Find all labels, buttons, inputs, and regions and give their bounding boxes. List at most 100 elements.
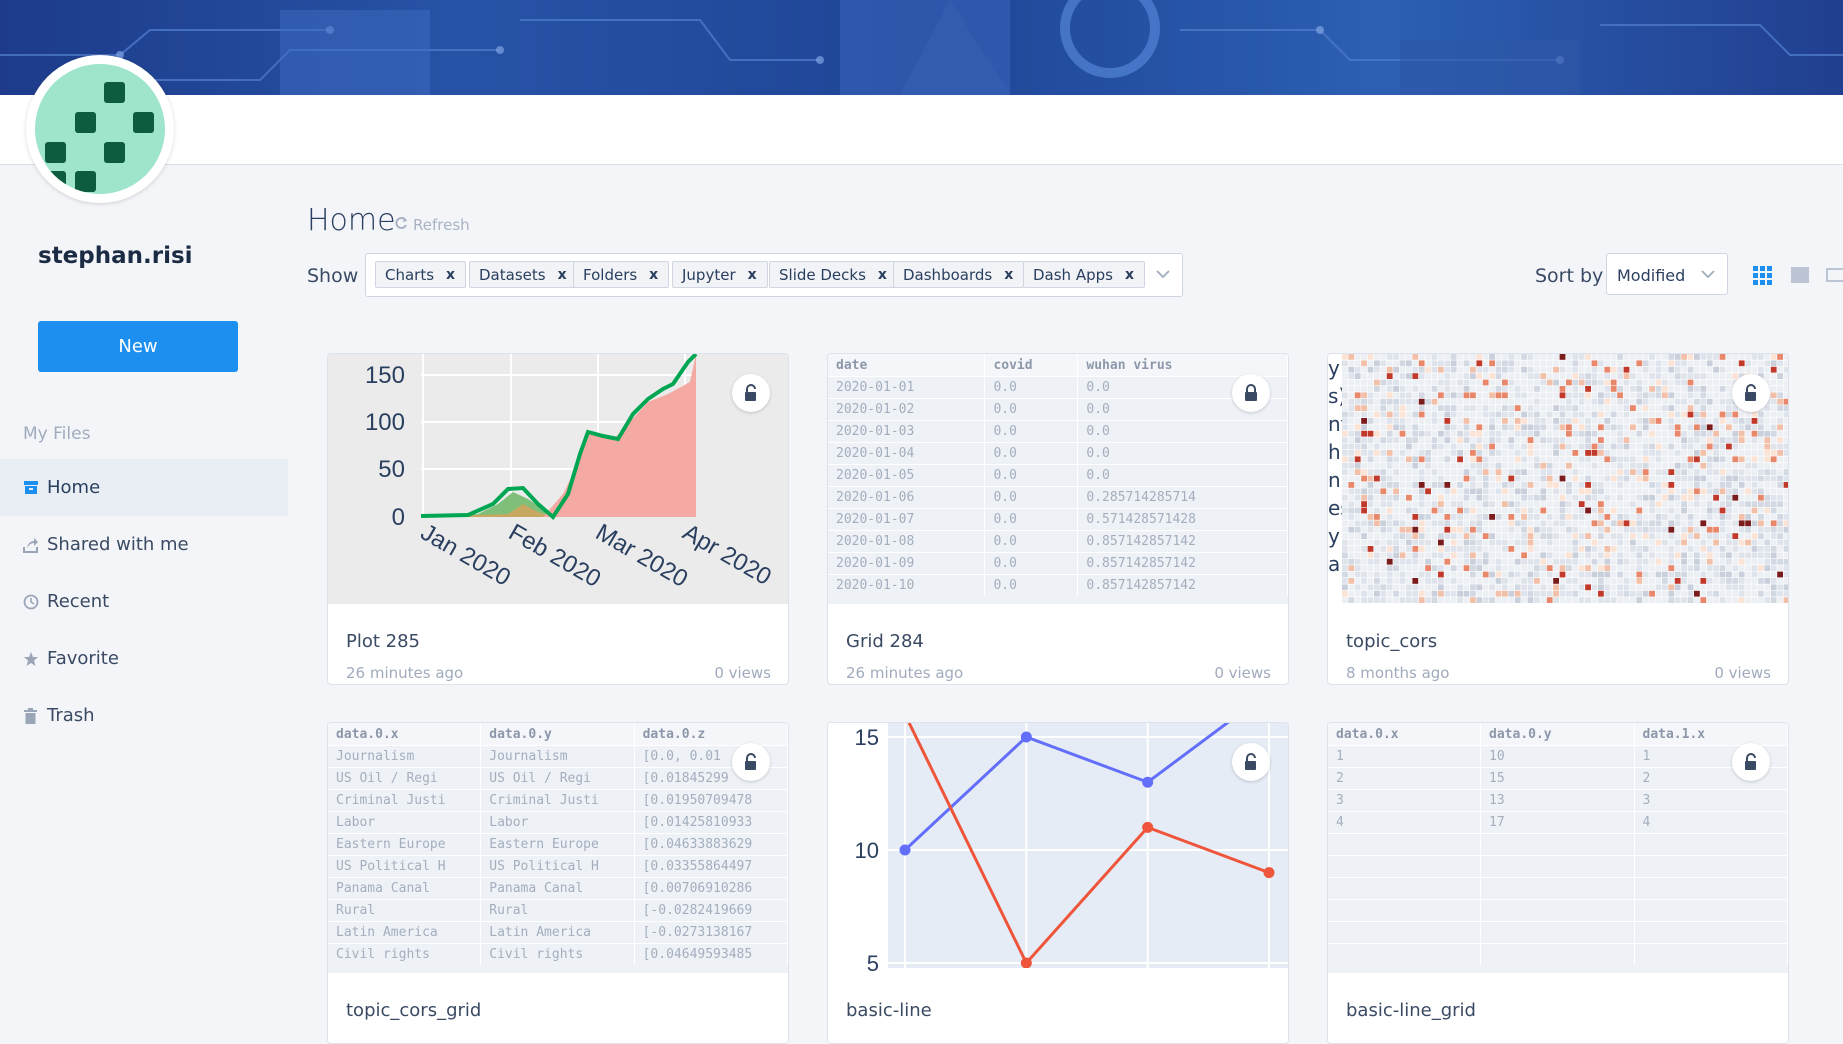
avatar[interactable]	[26, 55, 174, 203]
heatmap-cell	[1642, 590, 1649, 597]
heatmap-cell	[1777, 360, 1783, 367]
heatmap-cell	[1380, 597, 1387, 603]
heatmap-cell	[1674, 501, 1681, 507]
heatmap-cell	[1495, 437, 1502, 443]
sidebar-item-label: Trash	[47, 705, 95, 726]
file-card[interactable]: 15 10 5 basic-line	[827, 722, 1289, 1044]
card-title[interactable]: basic-line	[846, 1000, 932, 1021]
heatmap-cell	[1482, 450, 1489, 456]
lock-icon[interactable]	[1232, 374, 1270, 412]
heatmap-cell	[1623, 405, 1630, 411]
heatmap-cell	[1393, 443, 1399, 450]
heatmap-cell	[1540, 456, 1547, 463]
unlock-icon[interactable]	[732, 743, 770, 781]
heatmap-cell	[1508, 366, 1515, 373]
heatmap-cell	[1598, 360, 1604, 367]
card-title[interactable]: topic_cors	[1346, 631, 1437, 652]
heatmap-cell	[1534, 597, 1540, 603]
refresh-button[interactable]: Refresh	[394, 216, 470, 234]
heatmap-cell	[1598, 354, 1604, 360]
heatmap-cell	[1361, 578, 1367, 584]
heatmap-cell	[1412, 443, 1419, 450]
heatmap-cell	[1623, 494, 1630, 501]
type-filter-select[interactable]: Charts x Datasets x Folders x Jupyter x Slid…	[365, 253, 1183, 297]
heatmap-cell	[1713, 379, 1719, 386]
heatmap-cell	[1354, 379, 1361, 386]
heatmap-cell	[1361, 450, 1367, 456]
sidebar-item-favorite[interactable]: Favorite	[0, 630, 288, 687]
heatmap-cell	[1438, 565, 1444, 571]
sort-select[interactable]: Modified	[1606, 253, 1728, 295]
heatmap-cell	[1738, 558, 1745, 565]
heatmap-cell	[1700, 546, 1707, 552]
heatmap-cell	[1393, 398, 1399, 405]
heatmap-cell	[1758, 533, 1764, 539]
heatmap-cell	[1476, 443, 1483, 450]
sidebar-item-shared[interactable]: Shared with me	[0, 516, 288, 573]
chevron-down-icon[interactable]	[1154, 265, 1172, 287]
remove-chip-button[interactable]: x	[558, 267, 567, 283]
heatmap-cell	[1457, 571, 1463, 578]
heatmap-cell	[1559, 456, 1566, 463]
file-card[interactable]: 150 100 50 0 Jan 2020 Feb 2020 Mar 2020 Apr 20…	[327, 353, 789, 685]
heatmap-cell	[1399, 469, 1406, 475]
heatmap-cell	[1578, 373, 1585, 379]
remove-chip-button[interactable]: x	[1125, 267, 1134, 283]
file-card[interactable]: data.0.x data.0.y data.0.z Journalism Journa…	[327, 722, 789, 1044]
remove-chip-button[interactable]: x	[446, 267, 455, 283]
heatmap-cell	[1777, 533, 1783, 539]
remove-chip-button[interactable]: x	[1004, 267, 1013, 283]
sidebar-item-trash[interactable]: Trash	[0, 687, 288, 744]
heatmap-cell	[1591, 514, 1598, 520]
heatmap-cell	[1374, 462, 1380, 469]
heatmap-cell	[1687, 552, 1694, 559]
heatmap-cell	[1610, 565, 1617, 571]
heatmap-cell	[1783, 533, 1788, 539]
unlock-icon[interactable]	[732, 374, 770, 412]
list-view-icon[interactable]	[1790, 265, 1810, 289]
heatmap-cell	[1521, 360, 1527, 367]
remove-chip-button[interactable]: x	[748, 267, 757, 283]
heatmap-cell	[1738, 354, 1745, 360]
heatmap-cell	[1527, 366, 1534, 373]
grid-view-icon[interactable]	[1752, 265, 1772, 289]
heatmap-cell	[1508, 456, 1515, 463]
heatmap-cell	[1527, 424, 1534, 431]
heatmap-cell	[1361, 398, 1367, 405]
file-card[interactable]: date covid wuhan virus 2020-01-01 0.0 0.0 2020…	[827, 353, 1289, 685]
card-title[interactable]: Plot 285	[346, 631, 420, 652]
file-card[interactable]: data.0.x data.0.y data.1.x 1 10 1 2 15 2 3 13 3 4 17 4…	[1327, 722, 1789, 1044]
heatmap-cell	[1694, 494, 1700, 501]
heatmap-cell	[1662, 386, 1668, 392]
unlock-icon[interactable]	[1732, 374, 1770, 412]
new-button[interactable]: New	[38, 321, 238, 372]
remove-chip-button[interactable]: x	[878, 267, 887, 283]
heatmap-cell	[1502, 482, 1508, 488]
heatmap-cell	[1546, 360, 1553, 367]
heatmap-cell	[1482, 546, 1489, 552]
heatmap-cell	[1489, 565, 1495, 571]
heatmap-cell	[1463, 533, 1470, 539]
unlock-icon[interactable]	[1232, 743, 1270, 781]
file-card[interactable]: ys)nthnesya topic_cors 8 months ago 0 vi…	[1327, 353, 1789, 685]
heatmap-cell	[1598, 418, 1604, 424]
heatmap-cell	[1706, 526, 1713, 533]
card-title[interactable]: basic-line_grid	[1346, 1000, 1476, 1021]
heatmap-cell	[1630, 443, 1636, 450]
compact-view-icon[interactable]	[1826, 265, 1843, 289]
heatmap-cell	[1399, 366, 1406, 373]
heatmap-cell	[1393, 456, 1399, 463]
card-title[interactable]: Grid 284	[846, 631, 924, 652]
heatmap-cell	[1553, 533, 1559, 539]
heatmap-cell	[1745, 360, 1751, 367]
sidebar-item-recent[interactable]: Recent	[0, 573, 288, 630]
unlock-icon[interactable]	[1732, 743, 1770, 781]
heatmap-cell	[1508, 539, 1515, 546]
heatmap-cell	[1719, 533, 1726, 539]
sidebar-item-home[interactable]: Home	[0, 459, 288, 516]
heatmap-cell	[1566, 424, 1572, 431]
remove-chip-button[interactable]: x	[649, 267, 658, 283]
grid-thumbnail: data.0.x data.0.y data.0.z Journalism Journa…	[328, 723, 788, 965]
card-title[interactable]: topic_cors_grid	[346, 1000, 481, 1021]
heatmap-cell	[1713, 418, 1719, 424]
